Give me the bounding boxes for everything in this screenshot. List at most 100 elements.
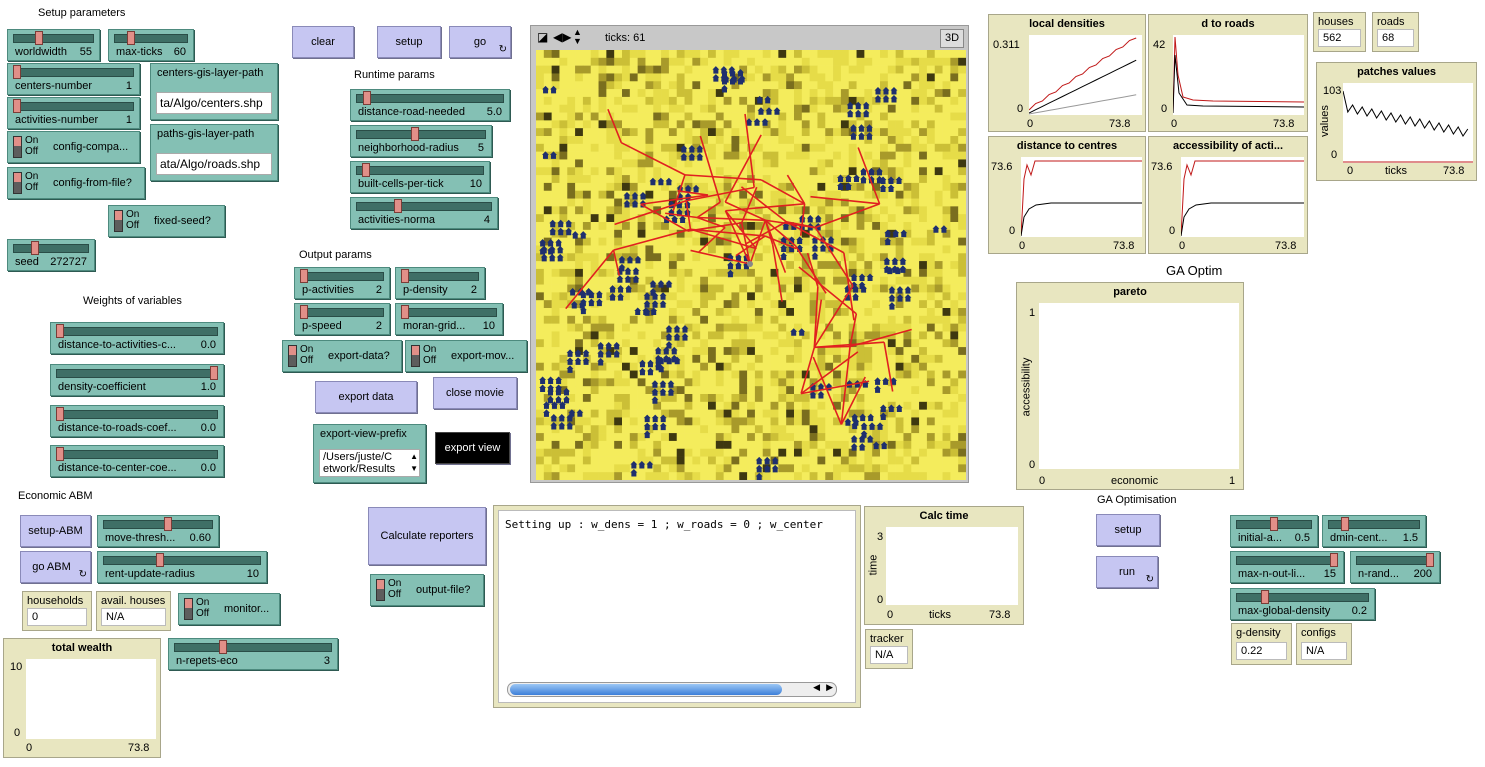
density-coefficient-slider[interactable]: density-coefficient 1.0: [50, 364, 224, 396]
scroll-arrows-icon[interactable]: ▲ ▼: [410, 451, 418, 475]
slider-handle[interactable]: [1270, 517, 1278, 531]
export-data-button[interactable]: export data: [315, 381, 417, 413]
max-n-out-li-slider[interactable]: max-n-out-li... 15: [1230, 551, 1344, 583]
move-threshold-slider[interactable]: move-thresh... 0.60: [97, 515, 219, 547]
slider-handle[interactable]: [31, 241, 40, 255]
slider-handle[interactable]: [401, 269, 409, 283]
slider-track[interactable]: [13, 68, 134, 77]
3d-view-button[interactable]: 3D: [940, 29, 964, 48]
slider-track[interactable]: [401, 308, 497, 317]
slider-track[interactable]: [13, 102, 134, 111]
calculate-reporters-button[interactable]: Calculate reporters: [368, 507, 486, 565]
max-ticks-slider[interactable]: max-ticks 60: [108, 29, 194, 61]
p-activities-slider[interactable]: p-activities 2: [294, 267, 390, 299]
horizontal-scrollbar[interactable]: ◀ ▶: [507, 682, 837, 697]
slider-handle[interactable]: [300, 305, 308, 319]
slider-track[interactable]: [356, 166, 484, 175]
paths-gis-layer-path-value[interactable]: ata/Algo/roads.shp: [156, 153, 272, 175]
scroll-left-icon[interactable]: ◀: [813, 682, 820, 693]
seed-slider[interactable]: seed 272727: [7, 239, 95, 271]
slider-handle[interactable]: [410, 127, 419, 141]
slider-track[interactable]: [356, 130, 486, 139]
slider-track[interactable]: [1236, 556, 1338, 565]
moran-grid-slider[interactable]: moran-grid... 10: [395, 303, 503, 335]
slider-handle[interactable]: [56, 407, 64, 421]
slider-track[interactable]: [300, 272, 384, 281]
built-cells-per-tick-slider[interactable]: built-cells-per-tick 10: [350, 161, 490, 193]
switch-toggle[interactable]: [13, 172, 22, 194]
config-compa-switch[interactable]: On Off config-compa...: [7, 131, 140, 163]
slider-handle[interactable]: [34, 31, 43, 45]
switch-toggle[interactable]: [411, 345, 420, 367]
centers-gis-layer-path-value[interactable]: ta/Algo/centers.shp: [156, 92, 272, 114]
command-output-area[interactable]: Setting up : w_dens = 1 ; w_roads = 0 ; …: [493, 505, 861, 708]
distance-to-center-slider[interactable]: distance-to-center-coe... 0.0: [50, 445, 224, 477]
slider-track[interactable]: [356, 94, 504, 103]
slider-track[interactable]: [56, 450, 218, 459]
paths-gis-layer-path-input[interactable]: paths-gis-layer-path ata/Algo/roads.shp: [150, 124, 278, 181]
slider-track[interactable]: [300, 308, 384, 317]
monitor-switch[interactable]: On Off monitor...: [178, 593, 280, 625]
go-button[interactable]: go ↻: [449, 26, 511, 58]
slider-handle[interactable]: [155, 553, 164, 567]
n-rand-slider[interactable]: n-rand... 200: [1350, 551, 1440, 583]
world-canvas[interactable]: [536, 50, 966, 480]
initial-a-slider[interactable]: initial-a... 0.5: [1230, 515, 1318, 547]
setup-abm-button[interactable]: setup-ABM: [20, 515, 91, 547]
switch-toggle[interactable]: [13, 136, 22, 158]
slider-handle[interactable]: [394, 199, 403, 213]
centers-number-slider[interactable]: centers-number 1: [7, 63, 140, 95]
slider-handle[interactable]: [300, 269, 308, 283]
slider-handle[interactable]: [401, 305, 409, 319]
activities-number-slider[interactable]: activities-number 1: [7, 97, 140, 129]
p-speed-slider[interactable]: p-speed 2: [294, 303, 390, 335]
slider-handle[interactable]: [1261, 590, 1269, 604]
rent-update-radius-slider[interactable]: rent-update-radius 10: [97, 551, 267, 583]
fixed-seed-switch[interactable]: On Off fixed-seed?: [108, 205, 225, 237]
centers-gis-layer-path-input[interactable]: centers-gis-layer-path ta/Algo/centers.s…: [150, 63, 278, 120]
slider-handle[interactable]: [362, 163, 370, 177]
activities-norma-slider[interactable]: activities-norma 4: [350, 197, 498, 229]
distance-road-needed-slider[interactable]: distance-road-needed 5.0: [350, 89, 510, 121]
scroll-right-icon[interactable]: ▶: [826, 682, 833, 693]
n-repets-eco-slider[interactable]: n-repets-eco 3: [168, 638, 338, 670]
ga-run-button[interactable]: run ↻: [1096, 556, 1158, 588]
slider-handle[interactable]: [1340, 517, 1349, 531]
slider-handle[interactable]: [13, 65, 21, 79]
slider-handle[interactable]: [56, 324, 64, 338]
switch-toggle[interactable]: [376, 579, 385, 601]
max-global-density-slider[interactable]: max-global-density 0.2: [1230, 588, 1375, 620]
view-updown-icon[interactable]: ▲ ▼: [573, 28, 582, 46]
slider-handle[interactable]: [1330, 553, 1338, 567]
slider-track[interactable]: [174, 643, 332, 652]
slider-handle[interactable]: [210, 366, 218, 380]
slider-track[interactable]: [56, 410, 218, 419]
view-toggle-icon[interactable]: ◪: [537, 30, 548, 44]
clear-button[interactable]: clear: [292, 26, 354, 58]
slider-track[interactable]: [56, 327, 218, 336]
slider-handle[interactable]: [219, 640, 227, 654]
switch-toggle[interactable]: [114, 210, 123, 232]
slider-handle[interactable]: [1426, 553, 1434, 567]
distance-to-activities-slider[interactable]: distance-to-activities-c... 0.0: [50, 322, 224, 354]
neighborhood-radius-slider[interactable]: neighborhood-radius 5: [350, 125, 492, 157]
slider-handle[interactable]: [13, 99, 21, 113]
slider-track[interactable]: [13, 34, 94, 43]
slider-handle[interactable]: [164, 517, 173, 531]
slider-track[interactable]: [401, 272, 479, 281]
slider-handle[interactable]: [127, 31, 136, 45]
slider-handle[interactable]: [363, 91, 371, 105]
switch-toggle[interactable]: [288, 345, 297, 367]
view-shift-icon[interactable]: ◀▶: [553, 30, 571, 44]
worldwidth-slider[interactable]: worldwidth 55: [7, 29, 100, 61]
p-density-slider[interactable]: p-density 2: [395, 267, 485, 299]
scrollbar-thumb[interactable]: [510, 684, 782, 695]
distance-to-roads-slider[interactable]: distance-to-roads-coef... 0.0: [50, 405, 224, 437]
ga-setup-button[interactable]: setup: [1096, 514, 1160, 546]
slider-track[interactable]: [114, 34, 188, 43]
slider-track[interactable]: [56, 369, 218, 378]
export-data-switch[interactable]: On Off export-data?: [282, 340, 402, 372]
slider-handle[interactable]: [56, 447, 64, 461]
dmin-cent-slider[interactable]: dmin-cent... 1.5: [1322, 515, 1426, 547]
command-output-text-box[interactable]: Setting up : w_dens = 1 ; w_roads = 0 ; …: [498, 510, 856, 703]
